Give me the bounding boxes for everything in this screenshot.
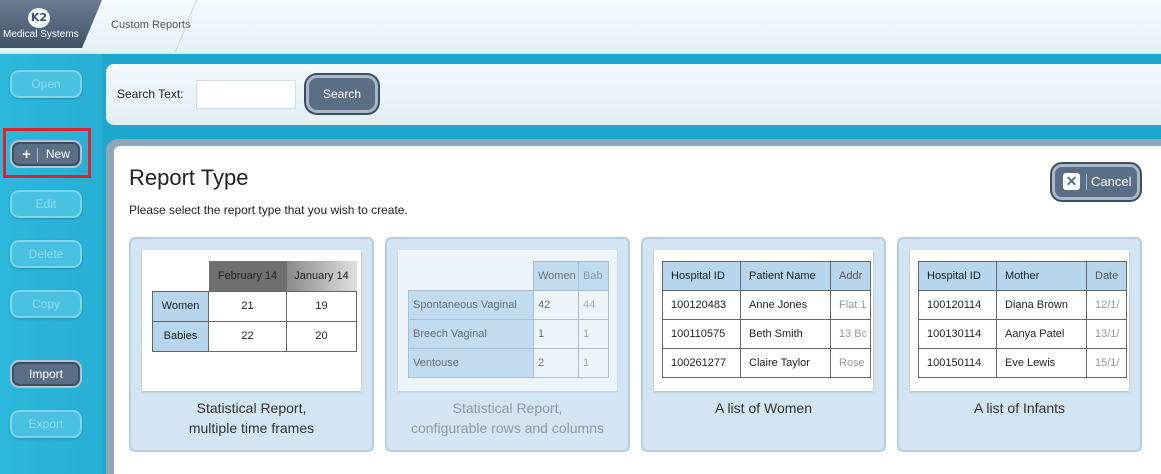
edit-button[interactable]: Edit bbox=[10, 190, 82, 218]
open-button[interactable]: Open bbox=[10, 70, 82, 98]
row-header: Ventouse bbox=[408, 348, 534, 378]
table-cell: 100130114 bbox=[918, 319, 997, 349]
column-header: Hospital ID bbox=[918, 261, 997, 291]
button-separator bbox=[36, 147, 38, 162]
table-cell: 13/1/ bbox=[1086, 319, 1127, 349]
report-type-card-statistical-configurable[interactable]: Women Bab Spontaneous Vaginal 42 44 Bree… bbox=[385, 237, 630, 452]
table-cell: 21 bbox=[208, 290, 287, 322]
caption-line: Statistical Report, bbox=[196, 400, 307, 416]
column-header: January 14 bbox=[286, 261, 357, 291]
row-header: Women bbox=[152, 290, 209, 322]
search-input[interactable] bbox=[196, 80, 296, 109]
column-header: Women bbox=[533, 261, 579, 291]
caption-line: Statistical Report, bbox=[452, 400, 563, 416]
card-caption: Statistical Report, multiple time frames bbox=[131, 398, 372, 438]
table-cell: 15/1/ bbox=[1086, 348, 1127, 378]
table-cell: 100110575 bbox=[662, 319, 741, 349]
table-cell: 100150114 bbox=[918, 348, 997, 378]
caption-line: A list of Infants bbox=[973, 400, 1066, 416]
row-header: Babies bbox=[152, 320, 209, 352]
logo-mark-icon: K2 bbox=[28, 8, 50, 28]
table-cell: 20 bbox=[286, 320, 357, 352]
table-cell: Anne Jones bbox=[740, 290, 831, 320]
caption-line: multiple time frames bbox=[188, 420, 315, 436]
table-cell: 2 bbox=[533, 348, 579, 378]
column-header: Addr bbox=[830, 261, 871, 291]
table-cell: Flat 1 bbox=[830, 290, 871, 320]
preview-table: Hospital ID Mother Date 100120114 Diana … bbox=[918, 261, 1127, 378]
search-label: Search Text: bbox=[117, 87, 184, 101]
preview-table: February 14 January 14 Women 21 19 Babie… bbox=[152, 261, 357, 352]
column-header: February 14 bbox=[208, 261, 287, 291]
report-preview: Women Bab Spontaneous Vaginal 42 44 Bree… bbox=[398, 250, 617, 391]
table-cell: Beth Smith bbox=[740, 319, 831, 349]
cancel-button-label: Cancel bbox=[1091, 174, 1132, 189]
table-cell: 100120114 bbox=[918, 290, 997, 320]
report-type-card-list-of-infants[interactable]: Hospital ID Mother Date 100120114 Diana … bbox=[897, 237, 1142, 452]
preview-table: Hospital ID Patient Name Addr 100120483 … bbox=[662, 261, 871, 378]
table-cell: 44 bbox=[578, 290, 609, 320]
button-separator bbox=[1086, 174, 1087, 190]
plus-icon: + bbox=[22, 146, 31, 163]
table-cell: 12/1/ bbox=[1086, 290, 1127, 320]
card-caption: A list of Infants bbox=[899, 398, 1140, 418]
search-bar: Search Text: Search bbox=[106, 64, 1161, 125]
new-button-label: New bbox=[45, 147, 70, 161]
row-header: Breech Vaginal bbox=[408, 319, 534, 349]
report-preview: Hospital ID Mother Date 100120114 Diana … bbox=[910, 250, 1129, 391]
column-header: Hospital ID bbox=[662, 261, 741, 291]
cancel-button[interactable]: ✕ Cancel bbox=[1052, 164, 1140, 200]
report-preview: February 14 January 14 Women 21 19 Babie… bbox=[142, 250, 361, 391]
caption-line: configurable rows and columns bbox=[411, 420, 604, 436]
table-cell: 42 bbox=[533, 290, 579, 320]
search-button[interactable]: Search bbox=[306, 75, 378, 113]
column-header: Date bbox=[1086, 261, 1127, 291]
app-header: K2 Medical Systems Custom Reports bbox=[0, 0, 1161, 52]
table-cell: 1 bbox=[533, 319, 579, 349]
page-subtitle: Please select the report type that you w… bbox=[129, 203, 408, 217]
table-cell: Rose bbox=[830, 348, 871, 378]
delete-button[interactable]: Delete bbox=[10, 240, 82, 268]
table-cell: 1 bbox=[578, 319, 609, 349]
close-icon: ✕ bbox=[1063, 173, 1080, 190]
export-button[interactable]: Export bbox=[10, 410, 82, 438]
copy-button[interactable]: Copy bbox=[10, 290, 82, 318]
table-cell: Eve Lewis bbox=[996, 348, 1087, 378]
logo-text: Medical Systems bbox=[3, 29, 79, 40]
table-cell: Aanya Patel bbox=[996, 319, 1087, 349]
column-header: Bab bbox=[578, 261, 609, 291]
table-cell: 22 bbox=[208, 320, 287, 352]
card-caption: A list of Women bbox=[643, 398, 884, 418]
column-header: Mother bbox=[996, 261, 1087, 291]
report-type-card-statistical-multiple-timeframes[interactable]: February 14 January 14 Women 21 19 Babie… bbox=[129, 237, 374, 452]
new-button[interactable]: + New bbox=[10, 140, 82, 168]
import-button[interactable]: Import bbox=[10, 360, 82, 388]
table-cell: 1 bbox=[578, 348, 609, 378]
card-caption: Statistical Report, configurable rows an… bbox=[387, 398, 628, 438]
table-cell: Diana Brown bbox=[996, 290, 1087, 320]
caption-line: A list of Women bbox=[714, 400, 812, 416]
report-preview: Hospital ID Patient Name Addr 100120483 … bbox=[654, 250, 873, 391]
app-logo: K2 Medical Systems bbox=[0, 0, 102, 48]
breadcrumb-custom-reports[interactable]: Custom Reports bbox=[111, 19, 190, 31]
preview-table: Women Bab Spontaneous Vaginal 42 44 Bree… bbox=[408, 261, 609, 378]
page-title: Report Type bbox=[129, 165, 249, 190]
table-cell: 13 Bc bbox=[830, 319, 871, 349]
table-cell: 100261277 bbox=[662, 348, 741, 378]
table-cell: Claire Taylor bbox=[740, 348, 831, 378]
row-header: Spontaneous Vaginal bbox=[408, 290, 534, 320]
column-header: Patient Name bbox=[740, 261, 831, 291]
table-cell: 100120483 bbox=[662, 290, 741, 320]
table-cell: 19 bbox=[286, 290, 357, 322]
report-type-card-list-of-women[interactable]: Hospital ID Patient Name Addr 100120483 … bbox=[641, 237, 886, 452]
header-divider bbox=[0, 52, 1161, 54]
